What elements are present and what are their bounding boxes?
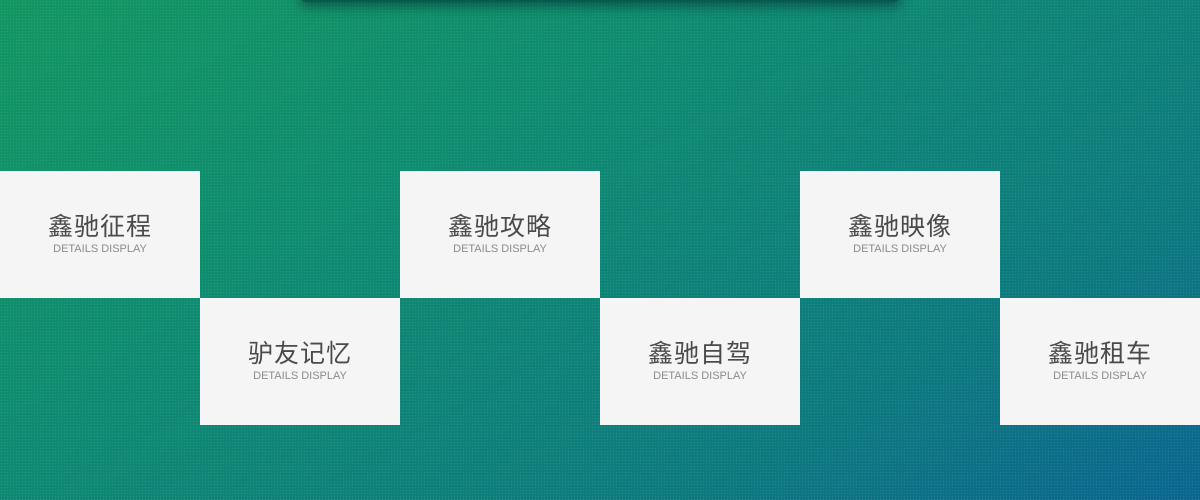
tile-title: 鑫驰攻略 — [447, 211, 552, 241]
tile-xinchi-journey[interactable]: 鑫驰征程 DETAILS DISPLAY — [0, 171, 200, 298]
tile-title: 鑫驰租车 — [1047, 338, 1152, 368]
tile-title: 鑫驰映像 — [847, 211, 952, 241]
tile-xinchi-guide[interactable]: 鑫驰攻略 DETAILS DISPLAY — [400, 171, 600, 298]
page: { "tiles": [ { "title": "鑫驰征程", "subtitl… — [0, 0, 1200, 500]
tile-subtitle: DETAILS DISPLAY — [453, 242, 547, 255]
tile-xinchi-car-rental[interactable]: 鑫驰租车 DETAILS DISPLAY — [1000, 298, 1200, 425]
tile-xinchi-images[interactable]: 鑫驰映像 DETAILS DISPLAY — [800, 171, 1000, 298]
tile-subtitle: DETAILS DISPLAY — [253, 369, 347, 382]
tile-title: 鑫驰自驾 — [647, 338, 752, 368]
tile-traveler-memories[interactable]: 驴友记忆 DETAILS DISPLAY — [200, 298, 400, 425]
tile-xinchi-self-drive[interactable]: 鑫驰自驾 DETAILS DISPLAY — [600, 298, 800, 425]
top-panel-edge — [300, 0, 900, 2]
tile-title: 鑫驰征程 — [47, 211, 152, 241]
tile-subtitle: DETAILS DISPLAY — [853, 242, 947, 255]
tile-title: 驴友记忆 — [247, 338, 352, 368]
tile-subtitle: DETAILS DISPLAY — [53, 242, 147, 255]
tile-subtitle: DETAILS DISPLAY — [1053, 369, 1147, 382]
tile-subtitle: DETAILS DISPLAY — [653, 369, 747, 382]
